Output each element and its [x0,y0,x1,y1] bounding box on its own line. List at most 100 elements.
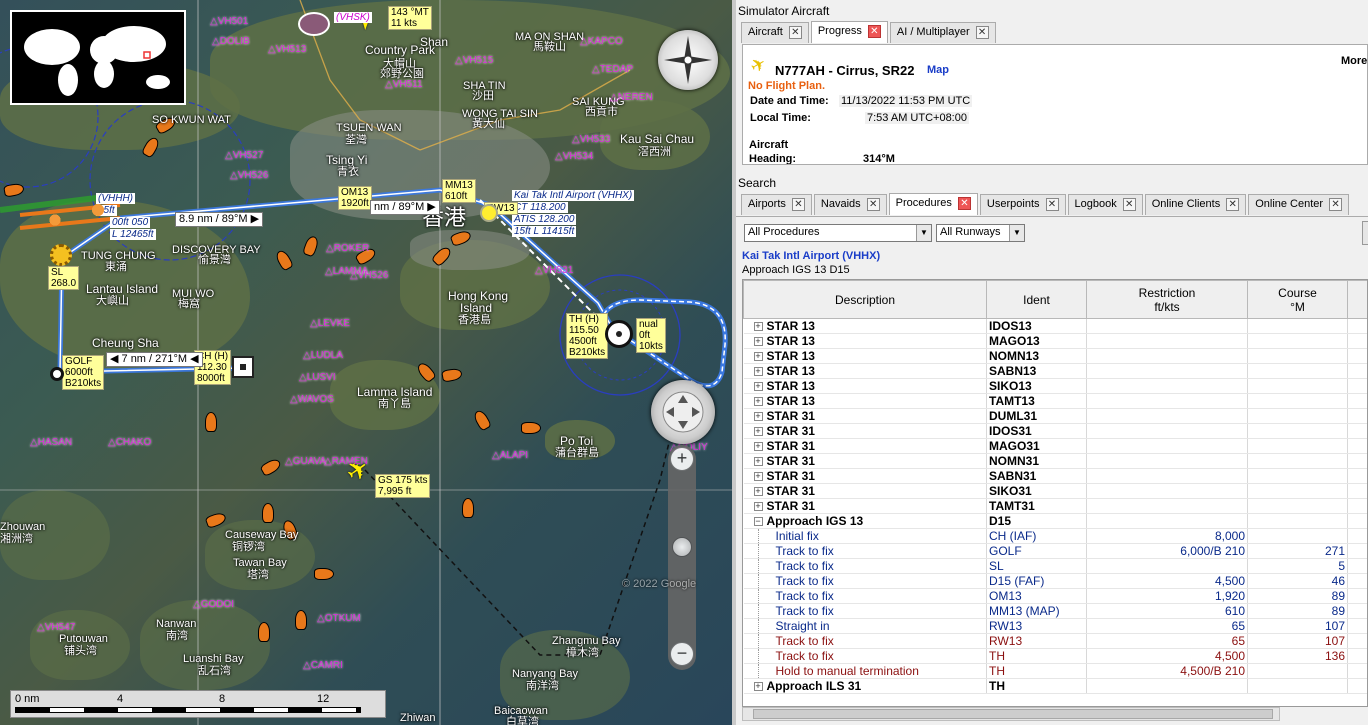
map-link[interactable]: Map [927,64,949,76]
table-row[interactable]: Track to fix D15 (FAF) 4,500 46 [743,573,1367,589]
table-row[interactable]: + STAR 13 NOMN13 [743,348,1367,364]
expand-icon[interactable]: + [753,502,763,512]
ship-icon[interactable] [295,610,307,630]
search-tab[interactable]: Navaids ✕ [813,194,887,215]
waypoint-label[interactable]: △VH547 [37,622,75,633]
waypoint-label[interactable]: △NEREN [610,92,653,103]
search-tab[interactable]: Userpoints ✕ [979,194,1066,215]
waypoint-label[interactable]: △VH513 [268,44,306,55]
overview-minimap[interactable] [10,10,186,105]
waypoint-label[interactable]: △DOLIB [212,36,250,47]
table-row[interactable]: + STAR 13 TAMT13 [743,393,1367,409]
waypoint-label[interactable]: △OTKUM [317,613,361,624]
procedures-table[interactable]: Description Ident Restriction ft/kts Cou… [742,279,1368,707]
waypoint-label[interactable]: △VH501 [210,16,248,27]
waypoint-label[interactable]: △HASAN [30,437,72,448]
expand-icon[interactable]: + [753,397,763,407]
table-row[interactable]: + STAR 31 IDOS31 [743,423,1367,439]
expand-icon[interactable]: + [753,487,763,497]
search-tab[interactable]: Airports ✕ [741,194,812,215]
waypoint-label[interactable]: △GUAVA [285,456,326,467]
column-header-course[interactable]: Course °M [1247,280,1348,319]
close-icon[interactable]: ✕ [1329,198,1343,211]
table-row[interactable]: + STAR 31 TAMT31 [743,498,1367,514]
waypoint-label[interactable]: △VH511 [385,79,423,90]
waypoint-label[interactable]: △ROKER [326,243,369,254]
close-icon[interactable]: ✕ [975,26,989,39]
vor-th-icon[interactable] [605,320,633,348]
table-row[interactable]: Track to fix SL 5 [743,558,1367,574]
ship-icon[interactable] [258,622,270,642]
table-row[interactable]: + STAR 13 IDOS13 [743,318,1367,334]
close-icon[interactable]: ✕ [1045,198,1059,211]
expand-icon[interactable]: + [753,457,763,467]
column-header-description[interactable]: Description [743,280,987,319]
horizontal-scrollbar[interactable] [742,707,1280,721]
table-row[interactable]: + Approach ILS 31 TH [743,678,1367,694]
table-row[interactable]: Hold to manual termination TH 4,500/B 210 [743,663,1367,679]
zoom-slider[interactable]: + − [668,445,696,670]
fix-data-label[interactable]: 143 °MT 11 kts [388,6,432,30]
expand-icon[interactable]: + [753,322,763,332]
fix-golf-icon[interactable] [50,367,64,381]
expand-icon[interactable]: + [753,682,763,692]
waypoint-label[interactable]: △VH531 [535,265,573,276]
waypoint-label[interactable]: △VH527 [225,150,263,161]
sim-tab[interactable]: Aircraft ✕ [741,22,809,43]
table-row[interactable]: + STAR 31 DUML31 [743,408,1367,424]
ship-icon[interactable] [462,498,474,518]
fix-data-label[interactable]: MM13 610ft [442,179,476,203]
waypoint-label[interactable]: △LUDLA [303,350,343,361]
ship-icon[interactable] [262,503,274,523]
waypoint-label[interactable]: △CAMRI [303,660,343,671]
fix-data-label[interactable]: OM13 1920ft [338,186,372,210]
close-icon[interactable]: ✕ [866,198,880,211]
column-header-extra[interactable] [1347,280,1367,319]
waypoint-label[interactable]: △TEDAP [592,64,633,75]
scrollbar-thumb[interactable] [753,709,1273,719]
close-icon[interactable]: ✕ [1122,198,1136,211]
airport-link[interactable]: Kai Tak Intl Airport (VHHX) [742,250,880,262]
sim-tab[interactable]: Progress ✕ [810,21,888,43]
airport-vhhx-icon[interactable] [480,204,498,222]
table-row[interactable]: Track to fix TH 4,500 136 [743,648,1367,664]
options-button[interactable] [1362,221,1368,245]
table-row[interactable]: + STAR 31 MAGO31 [743,438,1367,454]
waypoint-label[interactable]: △VH526 [230,170,268,181]
waypoint-label[interactable]: △LUSVI [299,372,336,383]
close-icon[interactable]: ✕ [791,198,805,211]
table-row[interactable]: + STAR 31 NOMN31 [743,453,1367,469]
collapse-icon[interactable]: − [753,517,763,527]
table-row[interactable]: + STAR 13 MAGO13 [743,333,1367,349]
airport-vhhh-icon[interactable] [84,196,112,224]
table-row[interactable]: Track to fix GOLF 6,000/B 210 271 [743,543,1367,559]
pan-control[interactable] [651,380,715,444]
zoom-slider-handle[interactable] [672,537,692,557]
fix-data-label[interactable]: SL 268.0 [48,266,80,290]
expand-icon[interactable]: + [753,442,763,452]
expand-icon[interactable]: + [753,427,763,437]
close-icon[interactable]: ✕ [788,26,802,39]
waypoint-label[interactable]: △WAVOS [290,394,334,405]
waypoint-label[interactable]: △GODOI [193,599,234,610]
search-tab[interactable]: Online Clients ✕ [1144,194,1247,215]
table-row[interactable]: − Approach IGS 13 D15 [743,513,1367,529]
fix-data-label[interactable]: GOLF 6000ft B210kts [62,355,105,390]
search-tab[interactable]: Logbook ✕ [1067,194,1143,215]
airport-info-name[interactable]: Kai Tak Intl Airport (VHHX) [512,190,635,201]
fix-data-label[interactable]: nual 0ft 10kts [636,318,666,353]
column-header-ident[interactable]: Ident [986,280,1087,319]
ndb-icon[interactable] [50,244,72,266]
table-row[interactable]: Initial fix CH (IAF) 8,000 [743,528,1367,544]
expand-icon[interactable]: + [753,472,763,482]
table-row[interactable]: Track to fix OM13 1,920 89 [743,588,1367,604]
waypoint-label[interactable]: △ALAPI [492,450,528,461]
compass-rose-icon[interactable] [658,30,718,90]
expand-icon[interactable]: + [753,367,763,377]
zoom-in-button[interactable]: + [670,447,694,471]
waypoint-label[interactable]: △KAPCO [580,36,623,47]
sim-tab[interactable]: AI / Multiplayer ✕ [889,22,996,43]
expand-icon[interactable]: + [753,412,763,422]
more-link[interactable]: More [1341,55,1367,67]
table-row[interactable]: + STAR 31 SABN31 [743,468,1367,484]
